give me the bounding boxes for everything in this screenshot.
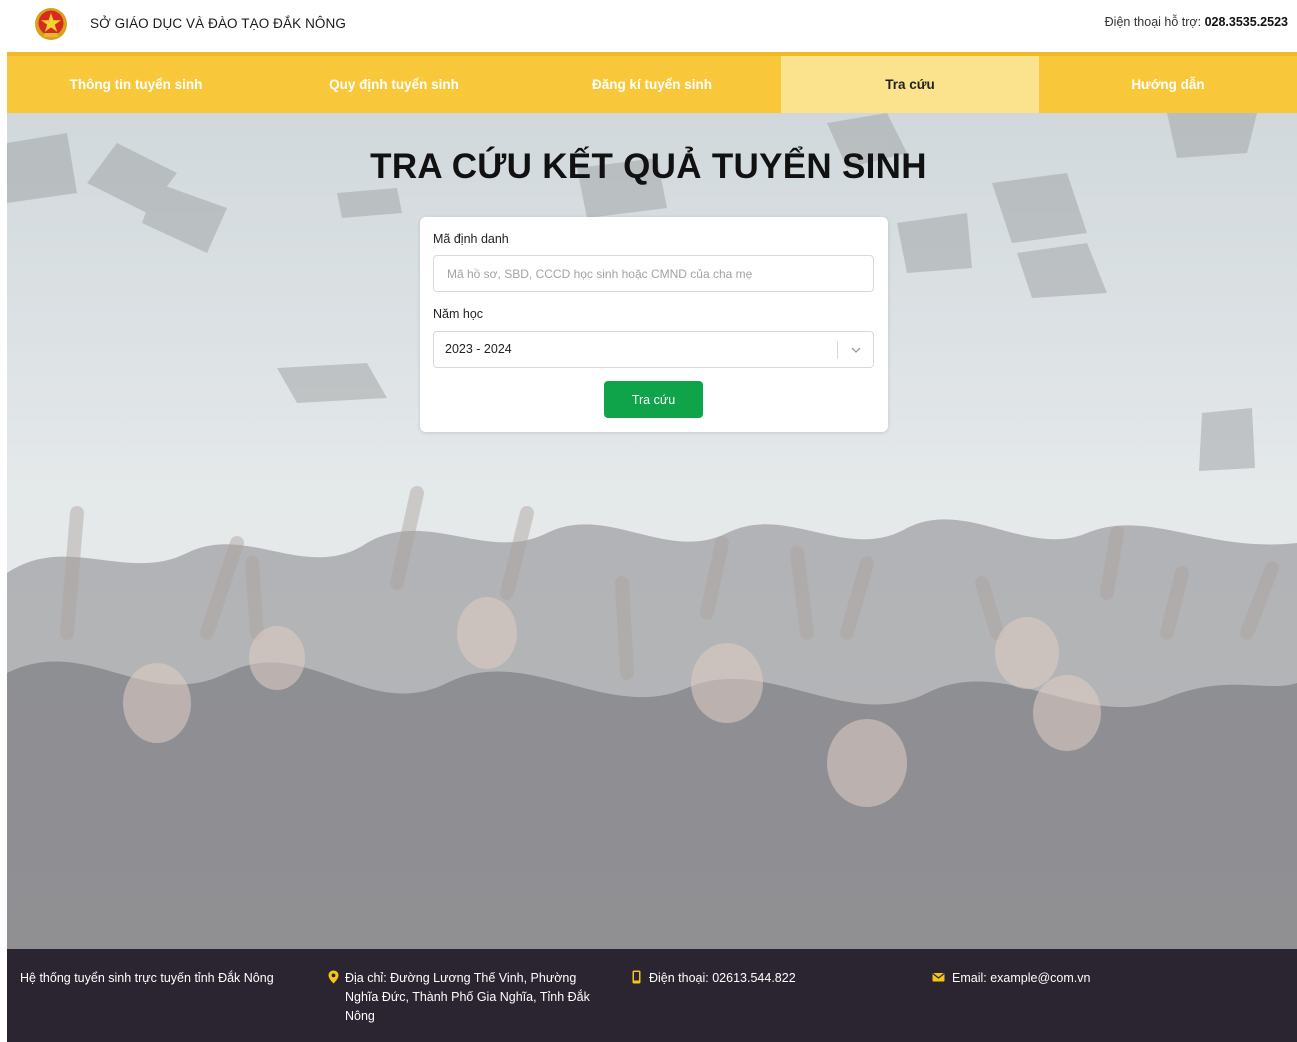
org-name: SỞ GIÁO DỤC VÀ ĐÀO TẠO ĐẮK NÔNG xyxy=(90,16,346,31)
year-select-value: 2023 - 2024 xyxy=(445,342,512,356)
page-title: TRA CỨU KẾT QUẢ TUYỂN SINH xyxy=(370,147,927,186)
chevron-down-icon[interactable] xyxy=(850,344,862,356)
phone-icon xyxy=(632,970,641,984)
nav-item-dang-ki[interactable]: Đăng kí tuyển sinh xyxy=(523,56,781,113)
nav-item-quy-dinh[interactable]: Quy định tuyển sinh xyxy=(265,56,523,113)
search-card: Mã định danh Năm học 2023 - 2024 Tra cứu xyxy=(420,217,888,432)
footer-system-name: Hệ thống tuyển sinh trực tuyến tỉnh Đắk … xyxy=(20,971,274,985)
id-input[interactable] xyxy=(433,255,874,292)
year-select[interactable]: 2023 - 2024 xyxy=(433,331,874,368)
main-nav: Thông tin tuyển sinh Quy định tuyển sinh… xyxy=(7,52,1297,113)
nav-item-tra-cuu[interactable]: Tra cứu xyxy=(781,56,1039,113)
year-field-label: Năm học xyxy=(433,307,484,321)
nav-item-huong-dan[interactable]: Hướng dẫn xyxy=(1039,56,1297,113)
national-emblem-icon xyxy=(35,8,67,40)
support-phone: Điện thoại hỗ trợ: 028.3535.2523 xyxy=(1105,15,1288,29)
footer: Hệ thống tuyển sinh trực tuyến tỉnh Đắk … xyxy=(7,949,1297,1042)
top-header: SỞ GIÁO DỤC VÀ ĐÀO TẠO ĐẮK NÔNG Điện tho… xyxy=(0,0,1297,52)
support-phone-number[interactable]: 028.3535.2523 xyxy=(1205,15,1288,29)
footer-address: Địa chỉ: Đường Lương Thế Vinh, Phường Ng… xyxy=(345,971,590,1023)
map-pin-icon xyxy=(328,970,339,984)
footer-email[interactable]: Email: example@com.vn xyxy=(952,969,1252,988)
nav-item-thong-tin[interactable]: Thông tin tuyển sinh xyxy=(7,56,265,113)
envelope-icon xyxy=(932,973,945,982)
footer-phone[interactable]: Điện thoại: 02613.544.822 xyxy=(649,969,899,988)
select-divider xyxy=(837,341,838,359)
id-field-label: Mã định danh xyxy=(433,232,509,246)
support-label: Điện thoại hỗ trợ: xyxy=(1104,15,1202,29)
search-button[interactable]: Tra cứu xyxy=(604,381,703,418)
